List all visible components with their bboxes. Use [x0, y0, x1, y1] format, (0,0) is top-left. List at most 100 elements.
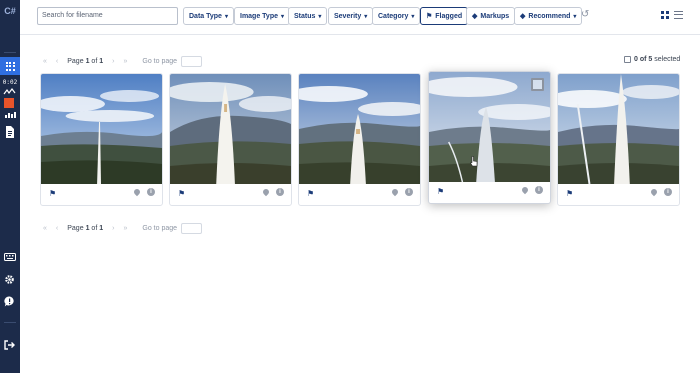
selection-info: 0 of 5 selected [624, 56, 680, 63]
settings-gear-icon[interactable] [4, 274, 15, 285]
card-select-checkbox[interactable] [531, 78, 544, 91]
page-word: Page [67, 224, 84, 232]
alert-icon[interactable] [4, 98, 14, 108]
location-pin-icon[interactable] [132, 187, 142, 197]
card-footer: ⚑ i [41, 182, 162, 205]
filter-toolbar: Search for filename Data Type ▾ Image Typ… [20, 0, 700, 35]
selected-suffix: selected [654, 56, 681, 63]
pagination-bottom: « ‹ Page 1 of 1 › » Go to page [43, 222, 203, 234]
chevron-down-icon: ▾ [281, 13, 285, 20]
app-logo: C# [4, 6, 16, 16]
page-word: Page [67, 57, 84, 65]
chevron-down-icon: ▾ [411, 13, 415, 20]
go-to-page-input[interactable] [181, 222, 203, 234]
filter-label: Data Type [189, 12, 222, 20]
filter-label: Category [378, 12, 409, 20]
chevron-down-icon: ▾ [364, 13, 368, 20]
info-icon[interactable]: i [147, 188, 155, 196]
location-pin-icon[interactable] [649, 187, 659, 197]
chevron-down-icon: ▾ [573, 13, 577, 20]
of-word: of [91, 57, 98, 65]
recommend-filter[interactable]: ◆ Recommend ▾ [514, 7, 583, 25]
card-footer: ⚑ i [558, 182, 679, 205]
last-page-button[interactable]: » [123, 225, 127, 232]
select-all-checkbox[interactable] [624, 56, 631, 63]
card-footer: ⚑ i [429, 180, 550, 203]
image-card[interactable]: ⚑ i [298, 73, 421, 206]
image-card[interactable]: ⚑ i [557, 73, 680, 206]
prev-page-button[interactable]: ‹ [56, 225, 58, 232]
flag-icon[interactable]: ⚑ [566, 189, 573, 198]
filter-label: Image Type [240, 12, 278, 20]
go-to-page-label: Go to page [142, 57, 178, 65]
filter-label: Markups [480, 12, 510, 20]
keyboard-icon[interactable] [4, 253, 16, 261]
refresh-icon[interactable]: ↺ [581, 9, 589, 20]
next-page-button[interactable]: › [112, 225, 114, 232]
status-filter[interactable]: Status ▾ [288, 7, 328, 25]
filter-label: Status [294, 12, 316, 20]
pagination-top: « ‹ Page 1 of 1 › » Go to page [43, 55, 203, 67]
flag-icon[interactable]: ⚑ [437, 187, 444, 196]
card-footer: ⚑ i [299, 182, 420, 205]
current-page: 1 [85, 224, 90, 232]
go-to-page-label: Go to page [142, 224, 178, 232]
wind-turbine-photo[interactable] [558, 74, 679, 184]
logout-icon[interactable] [4, 340, 15, 350]
location-pin-icon[interactable] [261, 187, 271, 197]
gallery-grid-icon[interactable] [0, 57, 20, 75]
category-filter[interactable]: Category ▾ [372, 7, 421, 25]
info-icon[interactable]: i [535, 186, 543, 194]
info-icon[interactable]: i [664, 188, 672, 196]
wind-turbine-photo[interactable] [41, 74, 162, 184]
next-page-button[interactable]: › [112, 58, 114, 65]
filter-label: Flagged [435, 12, 463, 20]
sidebar: C# 0:02 [0, 0, 20, 373]
chevron-down-icon: ▾ [224, 13, 228, 20]
flag-icon[interactable]: ⚑ [49, 189, 56, 198]
recording-timer: 0:02 [2, 79, 18, 86]
location-pin-icon[interactable] [520, 185, 530, 195]
total-pages: 1 [99, 224, 104, 232]
selected-count: 0 of 5 [634, 56, 653, 63]
first-page-button[interactable]: « [43, 225, 47, 232]
help-chat-icon[interactable] [4, 296, 15, 307]
filter-label: Recommend [528, 12, 571, 20]
location-pin-icon[interactable] [390, 187, 400, 197]
data-type-filter[interactable]: Data Type ▾ [183, 7, 234, 25]
filter-label: Severity [334, 12, 362, 20]
wind-turbine-photo[interactable] [299, 74, 420, 184]
total-pages: 1 [99, 57, 104, 65]
current-page: 1 [85, 57, 90, 65]
grid-view-icon[interactable] [661, 11, 669, 19]
flagged-toggle[interactable]: ⚑ Flagged [420, 7, 469, 25]
layers-icon: ◆ [472, 13, 478, 20]
flag-icon[interactable]: ⚑ [307, 189, 314, 198]
chevron-down-icon: ▾ [318, 13, 322, 20]
severity-filter[interactable]: Severity ▾ [328, 7, 374, 25]
hand-cursor-icon [470, 156, 478, 167]
signal-icon [5, 112, 16, 118]
sidebar-divider [4, 52, 16, 53]
cube-icon: ◆ [520, 13, 526, 20]
image-type-filter[interactable]: Image Type ▾ [234, 7, 291, 25]
markups-toggle[interactable]: ◆ Markups [466, 7, 516, 25]
flag-icon: ⚑ [426, 13, 433, 20]
of-word: of [91, 224, 98, 232]
prev-page-button[interactable]: ‹ [56, 58, 58, 65]
first-page-button[interactable]: « [43, 58, 47, 65]
document-icon[interactable] [5, 126, 15, 138]
image-card-hovered[interactable]: ⚑ i [428, 71, 551, 204]
image-card[interactable]: ⚑ i [169, 73, 292, 206]
flag-icon[interactable]: ⚑ [178, 189, 185, 198]
image-card[interactable]: ⚑ i [40, 73, 163, 206]
card-footer: ⚑ i [170, 182, 291, 205]
list-view-icon[interactable] [674, 11, 683, 19]
sidebar-divider [4, 322, 16, 323]
last-page-button[interactable]: » [123, 58, 127, 65]
filename-search-input[interactable]: Search for filename [37, 7, 178, 25]
info-icon[interactable]: i [405, 188, 413, 196]
info-icon[interactable]: i [276, 188, 284, 196]
go-to-page-input[interactable] [181, 55, 203, 67]
wind-turbine-photo[interactable] [170, 74, 291, 184]
